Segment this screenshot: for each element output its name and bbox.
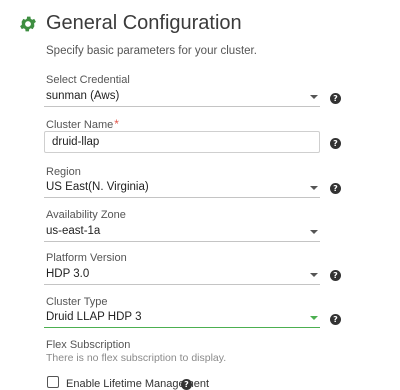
availability-zone-value: us-east-1a <box>46 225 101 237</box>
chevron-down-icon <box>310 186 318 190</box>
credential-select[interactable]: sunman (Aws) <box>44 88 320 107</box>
availability-zone-label: Availability Zone <box>46 209 126 221</box>
lifetime-management-checkbox[interactable] <box>47 376 59 388</box>
credential-label: Select Credential <box>46 74 130 86</box>
chevron-down-icon <box>310 95 318 99</box>
page-title: General Configuration <box>46 12 242 34</box>
region-select[interactable]: US East(N. Virginia) <box>44 179 320 198</box>
flex-subscription-empty-message: There is no flex subscription to display… <box>46 352 227 364</box>
help-icon[interactable]: ? <box>330 138 341 149</box>
cluster-type-select[interactable]: Druid LLAP HDP 3 <box>44 309 320 328</box>
region-label: Region <box>46 166 81 178</box>
chevron-down-icon <box>310 316 318 320</box>
region-value: US East(N. Virginia) <box>46 181 149 193</box>
help-icon[interactable]: ? <box>181 379 192 390</box>
platform-version-select[interactable]: HDP 3.0 <box>44 266 320 285</box>
help-icon[interactable]: ? <box>330 183 341 194</box>
help-icon[interactable]: ? <box>330 93 341 104</box>
cluster-type-label: Cluster Type <box>46 296 108 308</box>
cluster-name-input[interactable] <box>44 131 320 153</box>
cluster-type-value: Druid LLAP HDP 3 <box>46 311 142 323</box>
page-subtitle: Specify basic parameters for your cluste… <box>46 45 257 57</box>
required-asterisk: * <box>114 117 119 131</box>
credential-value: sunman (Aws) <box>46 90 120 102</box>
chevron-down-icon <box>310 273 318 277</box>
gear-icon <box>20 16 36 32</box>
availability-zone-select[interactable]: us-east-1a <box>44 223 320 242</box>
help-icon[interactable]: ? <box>330 270 341 281</box>
platform-version-label: Platform Version <box>46 252 127 264</box>
help-icon[interactable]: ? <box>330 314 341 325</box>
flex-subscription-label: Flex Subscription <box>46 339 131 351</box>
platform-version-value: HDP 3.0 <box>46 268 90 280</box>
chevron-down-icon <box>310 230 318 234</box>
cluster-name-label: Cluster Name* <box>46 117 119 131</box>
